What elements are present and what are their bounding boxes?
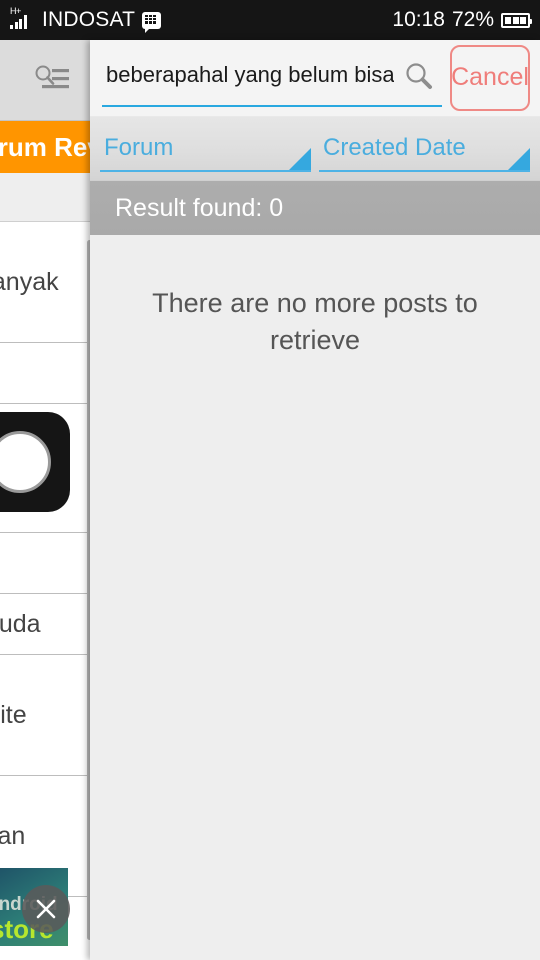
chevron-down-icon[interactable] — [508, 147, 530, 170]
list-item-label: Elite — [0, 700, 27, 729]
chevron-down-icon[interactable] — [289, 147, 311, 170]
clock-label: 10:18 — [392, 8, 445, 31]
search-icon[interactable] — [398, 56, 440, 98]
list-item-label: banyak — [0, 267, 59, 296]
background-app: Forum Review banyak Muda Elite — [0, 40, 95, 960]
bbm-icon — [142, 11, 162, 33]
filter-row: Forum Created Date — [90, 116, 540, 180]
bbm-icon-dots — [145, 14, 157, 25]
search-overlay-panel: Cancel Forum Created Date Result found: … — [90, 40, 540, 960]
cancel-button[interactable]: Cancel — [450, 45, 530, 111]
list-item-label: dian — [0, 821, 26, 850]
list-item[interactable]: banyak — [0, 222, 95, 343]
empty-state-message: There are no more posts to retrieve — [152, 288, 478, 355]
background-section-header: Forum Review — [0, 121, 95, 173]
battery-percent-label: 72% — [451, 8, 494, 31]
cancel-button-label: Cancel — [451, 62, 529, 91]
search-list-icon[interactable] — [34, 64, 72, 94]
list-item[interactable] — [0, 533, 95, 594]
results-area: There are no more posts to retrieve — [90, 235, 540, 960]
background-spacer — [0, 173, 95, 222]
list-item[interactable]: Muda — [0, 594, 95, 655]
background-toolbar — [0, 40, 95, 121]
avatar — [0, 412, 70, 512]
search-bar: Cancel — [90, 40, 540, 116]
battery-icon — [501, 12, 532, 28]
created-date-dropdown[interactable]: Created Date — [319, 126, 530, 172]
signal-bars — [10, 15, 27, 29]
forum-dropdown[interactable]: Forum — [100, 126, 311, 172]
created-date-dropdown-label: Created Date — [323, 133, 466, 161]
list-item[interactable]: Elite — [0, 655, 95, 776]
result-count-bar: Result found: 0 — [90, 180, 540, 235]
status-bar-left: H+ INDOSAT — [10, 7, 162, 33]
search-input[interactable] — [102, 62, 398, 92]
status-bar-right: 10:18 72% — [392, 8, 532, 32]
forum-dropdown-label: Forum — [104, 133, 174, 161]
background-list: banyak Muda Elite dian — [0, 222, 95, 960]
result-count-label: Result found: 0 — [115, 193, 284, 222]
list-item-label: Muda — [0, 609, 41, 638]
background-section-header-label: Forum Review — [0, 131, 95, 162]
carrier-label: INDOSAT — [42, 8, 136, 31]
phone-screen: H+ INDOSAT 10:18 72% rum Re nyak uda ite… — [0, 0, 540, 960]
search-field[interactable] — [102, 49, 442, 107]
close-icon[interactable] — [22, 885, 70, 933]
list-item[interactable] — [0, 343, 95, 404]
avatar-ring — [0, 431, 51, 493]
list-item[interactable] — [0, 404, 95, 533]
status-bar: H+ INDOSAT 10:18 72% — [0, 0, 540, 40]
signal-strength-icon: H+ — [10, 7, 36, 32]
